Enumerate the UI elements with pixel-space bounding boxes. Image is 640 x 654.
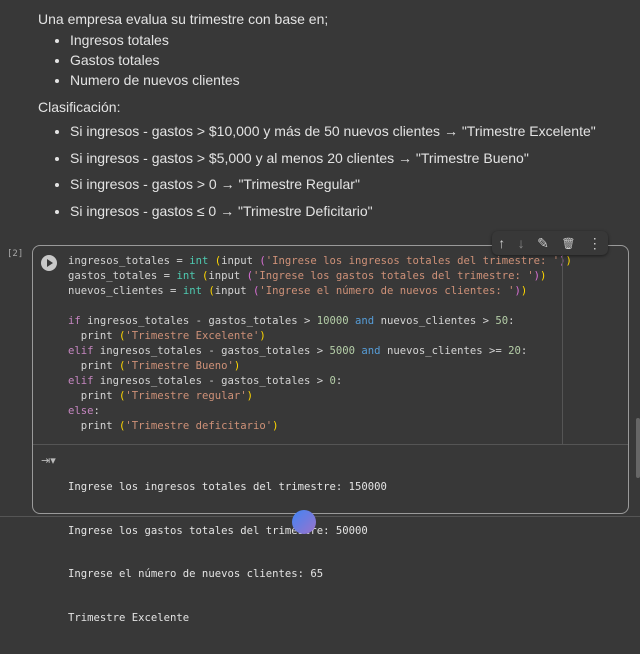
code-line: ingresos_totales = int (input ('Ingrese … xyxy=(68,254,572,269)
code-token: 'Ingrese los ingresos totales del trimes… xyxy=(265,255,560,267)
code-token: ingresos_totales - gastos_totales > xyxy=(93,345,330,357)
code-token: nuevos_clientes >= xyxy=(380,345,509,357)
move-up-icon[interactable]: ↑ xyxy=(498,235,505,251)
code-token: ( xyxy=(208,255,222,267)
code-line: print ('Trimestre Bueno') xyxy=(68,359,572,374)
code-token: ) xyxy=(565,255,572,267)
code-editor[interactable]: ingresos_totales = int (input ('Ingrese … xyxy=(68,254,572,434)
code-line: print ('Trimestre deficitario') xyxy=(68,419,572,434)
code-token: : xyxy=(93,405,100,417)
code-token: int xyxy=(189,255,209,267)
code-token: : xyxy=(335,375,343,387)
code-token: elif xyxy=(68,345,94,357)
code-token: 'Trimestre deficitario' xyxy=(125,420,273,432)
code-token: int xyxy=(176,270,196,282)
code-token: int xyxy=(182,285,202,297)
code-cell[interactable]: ingresos_totales = int (input ('Ingrese … xyxy=(32,245,629,624)
code-token: ingresos_totales - gastos_totales > xyxy=(93,375,330,387)
code-line: nuevos_clientes = int (input ('Ingrese e… xyxy=(68,284,572,299)
markdown-cell: Una empresa evalua su trimestre con base… xyxy=(38,8,628,224)
code-token: input xyxy=(208,270,247,282)
run-cell-button[interactable] xyxy=(41,255,57,271)
code-line: gastos_totales = int (input ('Ingrese lo… xyxy=(68,269,572,284)
classification-label: Clasificación: xyxy=(38,99,121,115)
intro-text: Una empresa evalua su trimestre con base… xyxy=(38,11,329,27)
code-token: : xyxy=(520,345,528,357)
cell-output: Ingrese los ingresos totales del trimest… xyxy=(68,451,387,654)
output-line: Trimestre Excelente xyxy=(68,611,190,624)
code-token: ) xyxy=(246,390,253,402)
code-token: and xyxy=(361,345,381,357)
code-token: else xyxy=(68,405,94,417)
code-token: ) xyxy=(233,360,241,372)
code-token: nuevos_clientes = xyxy=(68,285,183,297)
code-token: 20 xyxy=(508,345,521,357)
code-token: 5000 xyxy=(329,345,356,357)
list-item: Gastos totales xyxy=(70,50,628,70)
more-options-icon[interactable]: ⋮ xyxy=(588,235,602,252)
code-token: input xyxy=(221,255,260,267)
code-token: nuevos_clientes > xyxy=(374,315,496,327)
list-item: Si ingresos - gastos > $10,000 y más de … xyxy=(70,118,628,145)
code-token: ingresos_totales - gastos_totales > xyxy=(80,315,317,327)
code-token: : xyxy=(508,315,515,327)
code-token: 'Ingrese el número de nuevos clientes: ' xyxy=(259,285,515,297)
code-token: ingresos_totales = xyxy=(68,255,190,267)
ruler-line xyxy=(562,246,563,444)
edit-ai-icon[interactable]: ✎ xyxy=(537,235,549,252)
rules-list: Si ingresos - gastos > $10,000 y más de … xyxy=(38,118,628,224)
bottom-divider xyxy=(0,516,640,517)
code-token: ) xyxy=(259,330,266,342)
gemini-icon[interactable] xyxy=(292,510,316,534)
scrollbar[interactable] xyxy=(636,418,640,478)
code-token: 10000 xyxy=(316,315,349,327)
list-item: Si ingresos - gastos > $5,000 y al menos… xyxy=(70,145,628,172)
code-token: ( xyxy=(201,285,215,297)
code-token: ( xyxy=(195,270,209,282)
code-token: 'Trimestre Excelente' xyxy=(125,330,260,342)
code-line: elif ingresos_totales - gastos_totales >… xyxy=(68,344,572,359)
code-line: print ('Trimestre regular') xyxy=(68,389,572,404)
code-token: input xyxy=(214,285,253,297)
code-token: print xyxy=(68,390,120,402)
code-token: if xyxy=(68,315,81,327)
code-token: print xyxy=(68,420,120,432)
code-token: print xyxy=(68,330,120,342)
output-line: Ingrese los gastos totales del trimestre… xyxy=(68,524,368,537)
move-down-icon[interactable]: ↓ xyxy=(518,235,525,251)
code-token: gastos_totales = xyxy=(68,270,177,282)
list-item: Ingresos totales xyxy=(70,30,628,50)
code-token: elif xyxy=(68,375,94,387)
code-token: ) xyxy=(272,420,279,432)
code-token: 'Trimestre Bueno' xyxy=(125,360,234,372)
delete-icon[interactable]: 🗑 xyxy=(561,237,575,250)
list-item: Si ingresos - gastos ≤ 0 → "Trimestre De… xyxy=(70,198,628,225)
code-line: if ingresos_totales - gastos_totales > 1… xyxy=(68,314,572,329)
code-token: ) xyxy=(520,285,528,297)
code-line: print ('Trimestre Excelente') xyxy=(68,329,572,344)
code-token: ) xyxy=(540,270,547,282)
code-token: 50 xyxy=(495,315,509,327)
output-divider xyxy=(33,444,628,445)
code-token: and xyxy=(355,315,375,327)
output-line: Ingrese los ingresos totales del trimest… xyxy=(68,481,387,493)
code-token: print xyxy=(68,360,120,372)
code-token: 'Ingrese los gastos totales del trimestr… xyxy=(253,270,534,282)
list-item: Numero de nuevos clientes xyxy=(70,70,628,90)
inputs-list: Ingresos totales Gastos totales Numero d… xyxy=(38,30,628,90)
cell-toolbar: ↑ ↓ ✎ 🗑 ⋮ xyxy=(492,231,608,255)
output-toggle-icon[interactable]: ⇥▾ xyxy=(41,454,56,467)
execution-count: [2] xyxy=(7,249,24,259)
code-line: elif ingresos_totales - gastos_totales >… xyxy=(68,374,572,389)
list-item: Si ingresos - gastos > 0 → "Trimestre Re… xyxy=(70,171,628,198)
output-line: Ingrese el número de nuevos clientes: 65 xyxy=(68,568,324,580)
code-token: 'Trimestre regular' xyxy=(125,390,247,402)
code-line: else: xyxy=(68,404,572,419)
